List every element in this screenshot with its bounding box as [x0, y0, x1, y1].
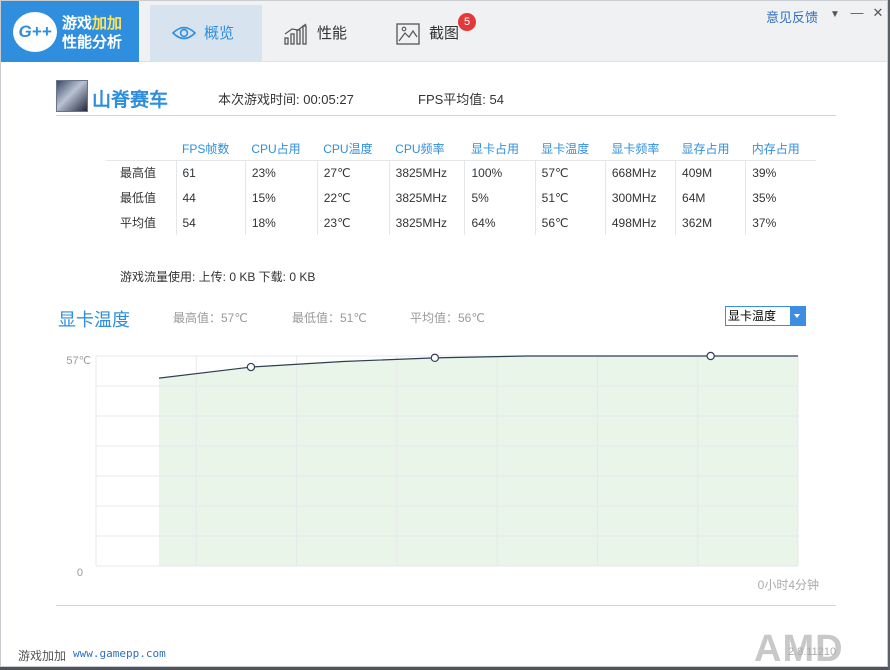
stats-row-avg: 平均值 54 18% 23℃ 3825MHz 64% 56℃ 498MHz 36…: [106, 210, 816, 235]
logo-line1-b: 加加: [92, 15, 123, 32]
tab-overview-label: 概览: [204, 25, 235, 42]
stats-cell: 54: [175, 210, 246, 235]
picture-icon: [396, 23, 420, 45]
stats-cell: 44: [175, 185, 246, 210]
minimize-icon[interactable]: —: [849, 5, 865, 20]
version-label: 2.8.11210: [788, 646, 837, 658]
metric-select-value: 显卡温度: [728, 309, 777, 323]
top-bar: G++ 游戏加加 性能分析 概览 性能 截图 5 意见反馈 ▼ — ✕: [1, 1, 887, 62]
stats-row-min: 最低值 44 15% 22℃ 3825MHz 5% 51℃ 300MHz 64M…: [106, 185, 816, 210]
stats-cell: 39%: [745, 160, 816, 185]
feedback-link[interactable]: 意见反馈: [766, 7, 818, 26]
close-icon[interactable]: ✕: [870, 5, 886, 21]
stats-header-cell: 显卡温度: [535, 138, 606, 161]
stats-cell: 61: [175, 160, 246, 185]
divider: [56, 605, 836, 606]
session-time: 本次游戏时间: 00:05:27: [218, 92, 354, 107]
metric-select[interactable]: 显卡温度: [725, 306, 806, 326]
stats-header-cell: CPU占用: [245, 138, 318, 161]
app-window: G++ 游戏加加 性能分析 概览 性能 截图 5 意见反馈 ▼ — ✕ 山脊赛车…: [0, 0, 888, 670]
data-point: [430, 353, 440, 363]
stats-cell: 56℃: [534, 210, 606, 235]
series-area: [159, 356, 798, 566]
game-icon: [56, 80, 88, 112]
app-logo: G++ 游戏加加 性能分析: [1, 1, 139, 62]
stats-cell: 300MHz: [604, 185, 676, 210]
footer-app-name: 游戏加加: [18, 649, 67, 663]
stats-cell: 3825MHz: [388, 210, 465, 235]
stats-header-corner: [106, 138, 176, 161]
x-end-label: 0小时4分钟: [758, 577, 819, 592]
tab-screenshots-label: 截图: [429, 25, 460, 42]
stats-header-row: FPS帧数 CPU占用 CPU温度 CPU频率 显卡占用 显卡温度 显卡频率 显…: [106, 138, 816, 161]
chart-max: 最高值：57℃: [173, 311, 248, 325]
chart-avg: 平均值：56℃: [410, 311, 485, 325]
stats-cell: 498MHz: [604, 210, 676, 235]
stats-cell: 668MHz: [604, 160, 676, 185]
game-title: 山脊赛车: [92, 90, 169, 111]
stats-header-cell: 内存占用: [745, 138, 816, 161]
stats-row-max: 最高值 61 23% 27℃ 3825MHz 100% 57℃ 668MHz 4…: [106, 160, 816, 185]
stats-cell: 64%: [464, 210, 536, 235]
stats-table: FPS帧数 CPU占用 CPU温度 CPU频率 显卡占用 显卡温度 显卡频率 显…: [106, 138, 816, 235]
data-point: [246, 362, 256, 372]
stats-cell: 15%: [244, 185, 318, 210]
stats-cell: 64M: [675, 185, 746, 210]
y-tick-label: 57℃: [66, 355, 91, 367]
logo-line1-a: 游戏: [62, 15, 93, 32]
divider: [56, 115, 836, 116]
traffic-usage: 游戏流量使用: 上传: 0 KB 下载: 0 KB: [120, 270, 316, 284]
y-tick-label: 0: [77, 567, 83, 579]
tab-performance[interactable]: 性能: [271, 5, 383, 62]
logo-text: 游戏加加 性能分析: [62, 14, 122, 52]
stats-cell: 18%: [244, 210, 318, 235]
stats-cell: 51℃: [534, 185, 606, 210]
chevron-down-icon[interactable]: [790, 307, 805, 325]
stats-cell: 362M: [675, 210, 746, 235]
tab-screenshots[interactable]: 截图: [383, 5, 495, 62]
logo-badge: G++: [13, 12, 57, 52]
stats-cell: 3825MHz: [388, 160, 465, 185]
stats-cell: 27℃: [316, 160, 390, 185]
gpu-temperature-chart: 57℃ 0 0小时4分钟: [66, 351, 819, 592]
dropdown-icon[interactable]: ▼: [827, 9, 843, 20]
stats-row-label: 平均值: [120, 216, 157, 230]
stats-cell: 23℃: [316, 210, 390, 235]
stats-cell: 5%: [464, 185, 536, 210]
stats-cell: 57℃: [534, 160, 606, 185]
stats-header-cell: CPU频率: [389, 138, 465, 161]
stats-cell: 100%: [464, 160, 536, 185]
stats-cell: 3825MHz: [388, 185, 465, 210]
eye-icon: [172, 26, 196, 40]
stats-header-cell: 显卡占用: [464, 138, 536, 161]
screenshot-count-badge: 5: [458, 13, 476, 31]
stats-header-cell: FPS帧数: [176, 138, 246, 161]
chart-title: 显卡温度: [58, 310, 130, 330]
tab-performance-label: 性能: [317, 25, 348, 42]
tab-overview[interactable]: 概览: [150, 5, 262, 62]
stats-cell: 409M: [675, 160, 746, 185]
fps-average: FPS平均值: 54: [418, 92, 504, 107]
stats-header-cell: 显卡频率: [605, 138, 676, 161]
stats-header-cell: 显存占用: [675, 138, 746, 161]
bar-chart-icon: [284, 23, 307, 45]
stats-row-label: 最低值: [120, 191, 157, 205]
data-point: [706, 351, 715, 361]
chart-min: 最低值：51℃: [292, 311, 367, 325]
stats-row-label: 最高值: [120, 166, 157, 181]
logo-line2: 性能分析: [62, 34, 123, 51]
footer-url[interactable]: www.gamepp.com: [73, 647, 166, 660]
stats-cell: 37%: [745, 210, 816, 235]
stats-cell: 23%: [244, 160, 318, 185]
stats-cell: 22℃: [316, 185, 390, 210]
stats-header-cell: CPU温度: [317, 138, 390, 161]
stats-cell: 35%: [745, 185, 816, 210]
